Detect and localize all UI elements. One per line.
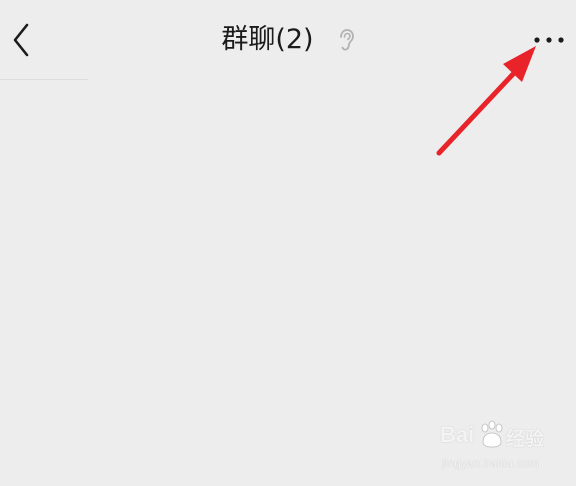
more-button[interactable]: [528, 26, 570, 54]
title-container: 群聊(2): [0, 22, 576, 58]
chat-screen: 群聊(2) Bai 经验 jingyan.baidu.com: [0, 0, 576, 486]
page-title: 群聊(2): [221, 24, 314, 55]
paw-logo-icon: [481, 420, 503, 448]
more-dots-icon: [534, 37, 564, 43]
watermark-url: jingyan.baidu.com: [442, 458, 540, 470]
header-divider: [0, 79, 88, 80]
watermark-brand: Bai: [440, 422, 475, 447]
ear-icon: [337, 28, 355, 52]
watermark: Bai 经验 jingyan.baidu.com: [440, 420, 560, 480]
watermark-suffix: 经验: [506, 429, 545, 450]
top-navigation-bar: 群聊(2): [0, 0, 576, 78]
